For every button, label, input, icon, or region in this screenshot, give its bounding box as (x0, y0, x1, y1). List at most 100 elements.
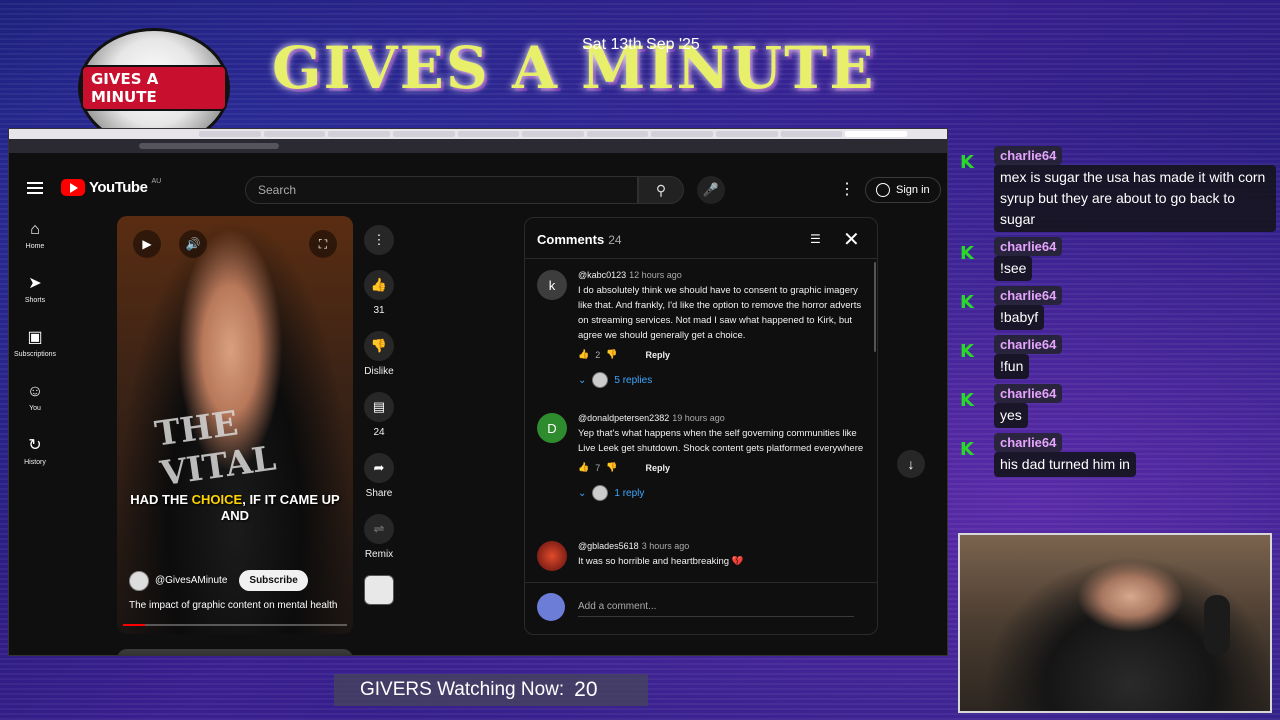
comments-scrollbar[interactable] (874, 262, 876, 352)
add-comment-input[interactable]: Add a comment... (578, 601, 854, 617)
chat-text: !babyf (994, 305, 1045, 330)
settings-menu-icon[interactable]: ⋮ (839, 179, 855, 199)
chat-text: !fun (994, 354, 1030, 379)
volume-button[interactable]: 🔊 (179, 230, 207, 258)
view-replies[interactable]: ⌄ 1 reply (578, 485, 868, 501)
nav-label: Subscriptions (13, 351, 57, 358)
comments-header: Comments 24 (537, 232, 622, 247)
like-count: 31 (373, 305, 385, 316)
browser-tab[interactable] (457, 131, 520, 137)
youtube-logo[interactable]: YouTube AU (61, 178, 162, 196)
browser-tab[interactable] (199, 131, 261, 137)
next-short-preview[interactable] (117, 649, 353, 655)
play-button[interactable]: ▶ (133, 230, 161, 258)
browser-tab[interactable] (586, 131, 649, 137)
browser-tab[interactable] (651, 131, 714, 137)
sort-icon[interactable]: ☰ (810, 232, 821, 246)
thumbs-up-icon[interactable]: 👍 (578, 462, 589, 473)
subscribe-button[interactable]: Subscribe (239, 570, 308, 591)
shorts-icon: ➤ (28, 275, 42, 292)
comments-count: 24 (608, 233, 622, 247)
nav-item-subscriptions[interactable]: ▣ Subscriptions (9, 329, 61, 383)
url-field[interactable] (139, 143, 279, 149)
nav-item-home[interactable]: ⌂ Home (9, 221, 61, 275)
browser-tab[interactable] (263, 131, 326, 137)
close-icon[interactable]: ✕ (843, 227, 860, 252)
nav-item-shorts[interactable]: ➤ Shorts (9, 275, 61, 329)
comment-text: I do absolutely think we should have to … (578, 285, 862, 341)
more-icon[interactable]: ⋮ (364, 225, 394, 255)
caption-text: HAD THE (130, 492, 192, 507)
browser-tab[interactable] (780, 131, 843, 137)
channel-name[interactable]: @GivesAMinute (155, 575, 227, 586)
browser-tab[interactable] (392, 131, 455, 137)
next-short-button[interactable]: ↓ (897, 450, 925, 478)
chat-message: K charlie64 !fun (958, 335, 1276, 379)
reply-button[interactable]: Reply (645, 350, 670, 360)
chevron-down-icon: ⌄ (578, 374, 587, 386)
browser-tab[interactable] (328, 131, 390, 137)
voice-search-button[interactable]: 🎤 (697, 176, 725, 204)
menu-icon[interactable] (27, 182, 43, 194)
nav-item-history[interactable]: ↻ History (9, 437, 61, 491)
comment-text: Yep that's what happens when the self go… (578, 428, 864, 454)
volume-icon: 🔊 (185, 237, 201, 251)
share-action[interactable]: ➦ Share (359, 453, 399, 499)
comment-author[interactable]: @gblades5618 (578, 541, 639, 551)
divider (525, 258, 877, 259)
like-action[interactable]: 👍 31 (359, 270, 399, 316)
thumbs-up-icon[interactable]: 👍 (364, 270, 394, 300)
viewer-count: 20 (574, 678, 598, 701)
chat-message: K charlie64 mex is sugar the usa has mad… (958, 146, 1276, 232)
video-title[interactable]: The impact of graphic content on mental … (129, 600, 337, 611)
view-replies[interactable]: ⌄ 5 replies (578, 372, 868, 388)
video-caption: HAD THE CHOICE, IF IT CAME UP AND (117, 492, 353, 524)
commenter-avatar[interactable]: k (537, 270, 567, 300)
share-icon[interactable]: ➦ (364, 453, 394, 483)
thumbs-down-icon[interactable]: 👎 (364, 331, 394, 361)
thumbs-down-icon[interactable]: 👎 (606, 462, 617, 473)
remix-action[interactable]: ⇌ Remix (359, 514, 399, 560)
region-code: AU (151, 178, 162, 185)
dislike-action[interactable]: 👎 Dislike (359, 331, 399, 377)
comment-author[interactable]: @donaldpetersen2382 (578, 413, 669, 423)
short-actions: ⋮ 👍 31 👎 Dislike ▤ 24 ➦ Share ⇌ Remix (359, 225, 399, 605)
replies-count: 1 reply (614, 487, 645, 499)
channel-avatar[interactable] (129, 570, 149, 591)
viewer-count-bar: GIVERS Watching Now: 20 (334, 674, 648, 706)
browser-tab[interactable] (522, 131, 584, 137)
chat-username: charlie64 (994, 146, 1063, 165)
commenter-avatar[interactable]: D (537, 413, 567, 443)
subscriptions-icon: ▣ (27, 329, 43, 346)
platform-badge-icon: K (960, 243, 974, 264)
browser-tab[interactable] (716, 131, 778, 137)
share-label: Share (365, 488, 393, 499)
comment-time[interactable]: 12 hours ago (629, 270, 682, 280)
short-video-player[interactable]: ▶ 🔊 ⛶ THE VITAL HAD THE CHOICE, IF IT CA… (117, 216, 353, 634)
commenter-avatar[interactable] (537, 541, 567, 571)
nav-item-you[interactable]: ☺ You (9, 383, 61, 437)
comment-icon[interactable]: ▤ (364, 392, 394, 422)
fullscreen-button[interactable]: ⛶ (309, 230, 337, 258)
reply-button[interactable]: Reply (645, 463, 670, 473)
chat-username: charlie64 (994, 237, 1063, 256)
comment-author[interactable]: @kabc0123 (578, 270, 626, 280)
comments-action[interactable]: ▤ 24 (359, 392, 399, 438)
browser-tab-active[interactable] (845, 131, 908, 137)
more-actions[interactable]: ⋮ (359, 225, 399, 255)
chat-text: mex is sugar the usa has made it with co… (994, 165, 1276, 232)
address-bar[interactable] (9, 139, 947, 153)
dislike-label: Dislike (364, 366, 394, 377)
sign-in-button[interactable]: Sign in (865, 177, 941, 203)
thumbs-up-icon[interactable]: 👍 (578, 349, 589, 360)
sound-thumbnail[interactable] (364, 575, 394, 605)
comment-item: @gblades5618 3 hours ago It was so horrib… (537, 541, 867, 577)
search-input[interactable]: Search (245, 176, 638, 204)
overlay-date: Sat 13th Sep '25 (582, 36, 700, 53)
thumbs-down-icon[interactable]: 👎 (606, 349, 617, 360)
video-progress-bar[interactable] (123, 624, 347, 626)
comment-time[interactable]: 3 hours ago (642, 541, 690, 551)
remix-icon[interactable]: ⇌ (364, 514, 394, 544)
search-button[interactable]: ⚲ (638, 176, 684, 204)
comment-time[interactable]: 19 hours ago (672, 413, 725, 423)
